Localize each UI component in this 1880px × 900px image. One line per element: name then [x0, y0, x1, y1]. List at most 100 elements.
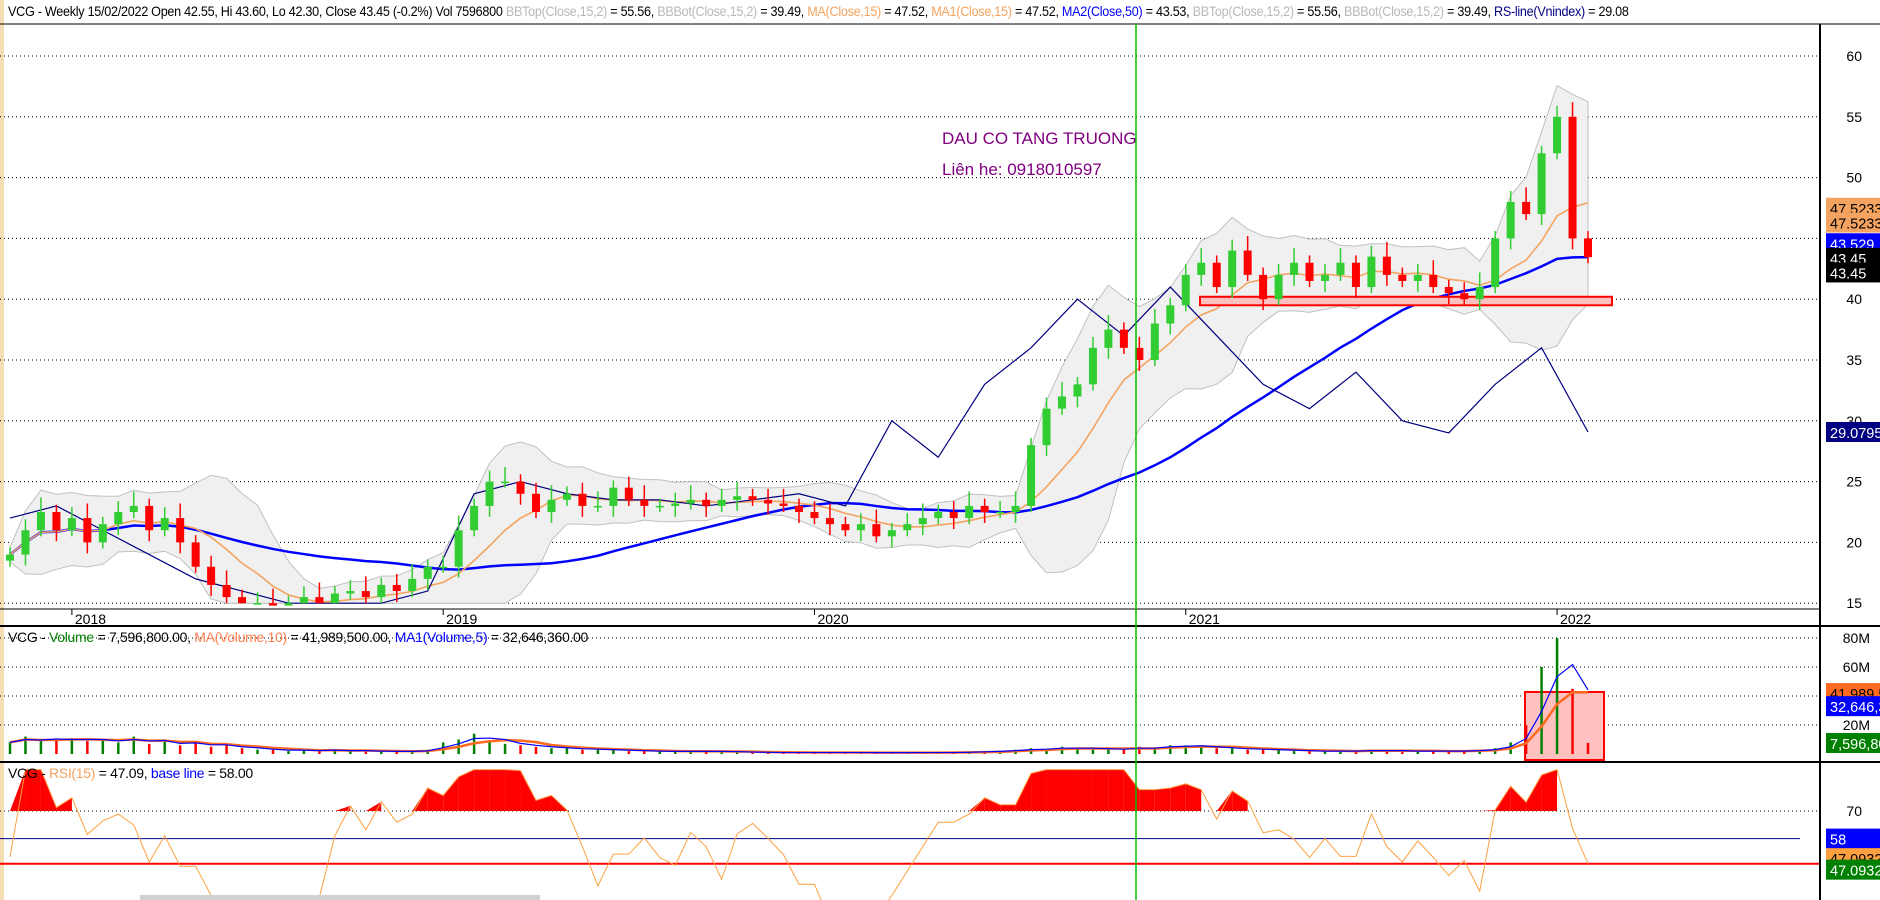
candle-body [733, 496, 742, 500]
year-label: 2020 [817, 611, 848, 627]
rsi-value-tag: 58 [1830, 833, 1846, 849]
year-label: 2021 [1189, 611, 1220, 627]
volume-value: = 7,596,800.00, [93, 629, 195, 645]
rsi-value-tag: 47.0932 [1830, 864, 1880, 880]
year-label: 2019 [446, 611, 477, 627]
candle-body [423, 566, 432, 579]
price-tick-label: 35 [1846, 352, 1862, 368]
candle-body [856, 524, 865, 531]
candle-body [779, 503, 788, 506]
candle-body [1336, 262, 1345, 275]
rsi-overbought-fill [443, 776, 459, 811]
ma1-value: = 47.52, [1011, 3, 1062, 19]
price-value-tag: 43.45 [1830, 266, 1866, 282]
candle-body [1259, 274, 1268, 300]
candle-body [52, 512, 61, 531]
axes: 6055504540353025201520182019202020212022… [0, 23, 1880, 900]
rsi-overbought-fill [1092, 769, 1109, 811]
rsi-line [9, 768, 1589, 900]
rsi-overbought-fill [520, 770, 536, 811]
candle-body [501, 481, 510, 484]
candle-body [222, 584, 231, 598]
rsi-overbought-fill [1232, 790, 1248, 811]
candle-body [114, 512, 123, 525]
candle-body [1568, 116, 1577, 239]
bbtop-value: = 55.56, [607, 3, 658, 19]
candle-body [1027, 445, 1036, 506]
candle-body [903, 524, 912, 531]
candle-body [578, 493, 587, 506]
rsi-overbought-fill [505, 769, 521, 811]
candle-body [1150, 323, 1159, 360]
candle-body [1088, 347, 1097, 385]
price-tick-label: 25 [1846, 474, 1862, 490]
candle-body [238, 597, 247, 604]
candle-body [1305, 262, 1314, 281]
candle-body [671, 503, 680, 506]
price-tick-label: 60 [1846, 48, 1862, 64]
candle-body [841, 524, 850, 531]
bollinger-band-area [9, 84, 1589, 604]
candle-body [872, 524, 881, 537]
candle-body [1181, 274, 1190, 306]
price-header: VCG - Weekly 15/02/2022 Open 42.55, Hi 4… [8, 3, 1629, 19]
rsi-overbought-fill [1139, 789, 1155, 811]
candle-body [918, 518, 927, 525]
candle-body [346, 591, 355, 594]
volume-tick-label: 60M [1843, 659, 1870, 675]
candle-body [392, 584, 401, 592]
price-value-tag: 47.5233 [1830, 217, 1880, 233]
candle-body [980, 505, 989, 512]
rs-label: RS-line(Vnindex) [1493, 3, 1585, 19]
candle-body [1073, 384, 1082, 397]
candle-body [1011, 505, 1020, 512]
candle-body [1584, 238, 1592, 258]
candle-body [1042, 408, 1051, 446]
candle-body [717, 499, 726, 506]
candle-body [825, 518, 834, 525]
rsi-overbought-fill [1154, 788, 1171, 811]
candle-body [1119, 329, 1128, 348]
price-tick-label: 55 [1846, 109, 1862, 125]
rs-value: = 29.08 [1584, 3, 1629, 19]
volume-ma1-label: MA1(Volume,5) [394, 629, 488, 645]
candle-body [1058, 396, 1066, 409]
candle-body [996, 512, 1005, 514]
volume-label: Volume [48, 629, 94, 645]
candle-body [702, 499, 711, 506]
candle-body [516, 481, 525, 494]
bollinger-band [9, 84, 1589, 604]
rsi-overbought-fill [1123, 769, 1140, 811]
rsi-overbought-fill [1077, 769, 1093, 811]
candle-body [36, 512, 45, 531]
candle-body [253, 603, 262, 605]
candle-body [83, 518, 92, 543]
candle-body [1351, 262, 1360, 288]
annotation-contact: Liên he: 0918010597 [942, 160, 1102, 179]
price-tick-label: 20 [1846, 534, 1862, 550]
rsi-overbought-fill [1510, 786, 1527, 811]
rsi-overbought-fill [1185, 783, 1202, 811]
rsi-overbought-fill [1108, 769, 1124, 811]
candle-body [330, 593, 339, 604]
symbol-info: VCG - Weekly 15/02/2022 Open 42.55, Hi 4… [8, 3, 503, 19]
candle-body [1274, 274, 1283, 300]
price-tick-label: 40 [1846, 291, 1862, 307]
candle-body [1398, 274, 1407, 281]
candle-body [795, 505, 803, 512]
rsi-overbought-fill [474, 769, 490, 811]
candle-body [98, 524, 107, 543]
volume-ma5-line [9, 663, 1589, 754]
stock-chart[interactable]: 6055504540353025201520182019202020212022… [0, 0, 1880, 900]
rsi-label: RSI(15) [48, 765, 96, 781]
ma1-label: MA1(Close,15) [931, 3, 1012, 19]
candle-body [748, 496, 757, 500]
candle-body [1382, 256, 1391, 275]
rsi-overbought-fill [1000, 804, 1016, 811]
volume-header: VCG - Volume = 7,596,800.00, MA(Volume,1… [8, 629, 588, 645]
rsi-overbought-fill [489, 769, 506, 811]
candle-body [191, 542, 200, 567]
candle [1491, 231, 1500, 294]
horizontal-scrollbar[interactable] [140, 895, 540, 900]
candle-body [1290, 262, 1299, 275]
